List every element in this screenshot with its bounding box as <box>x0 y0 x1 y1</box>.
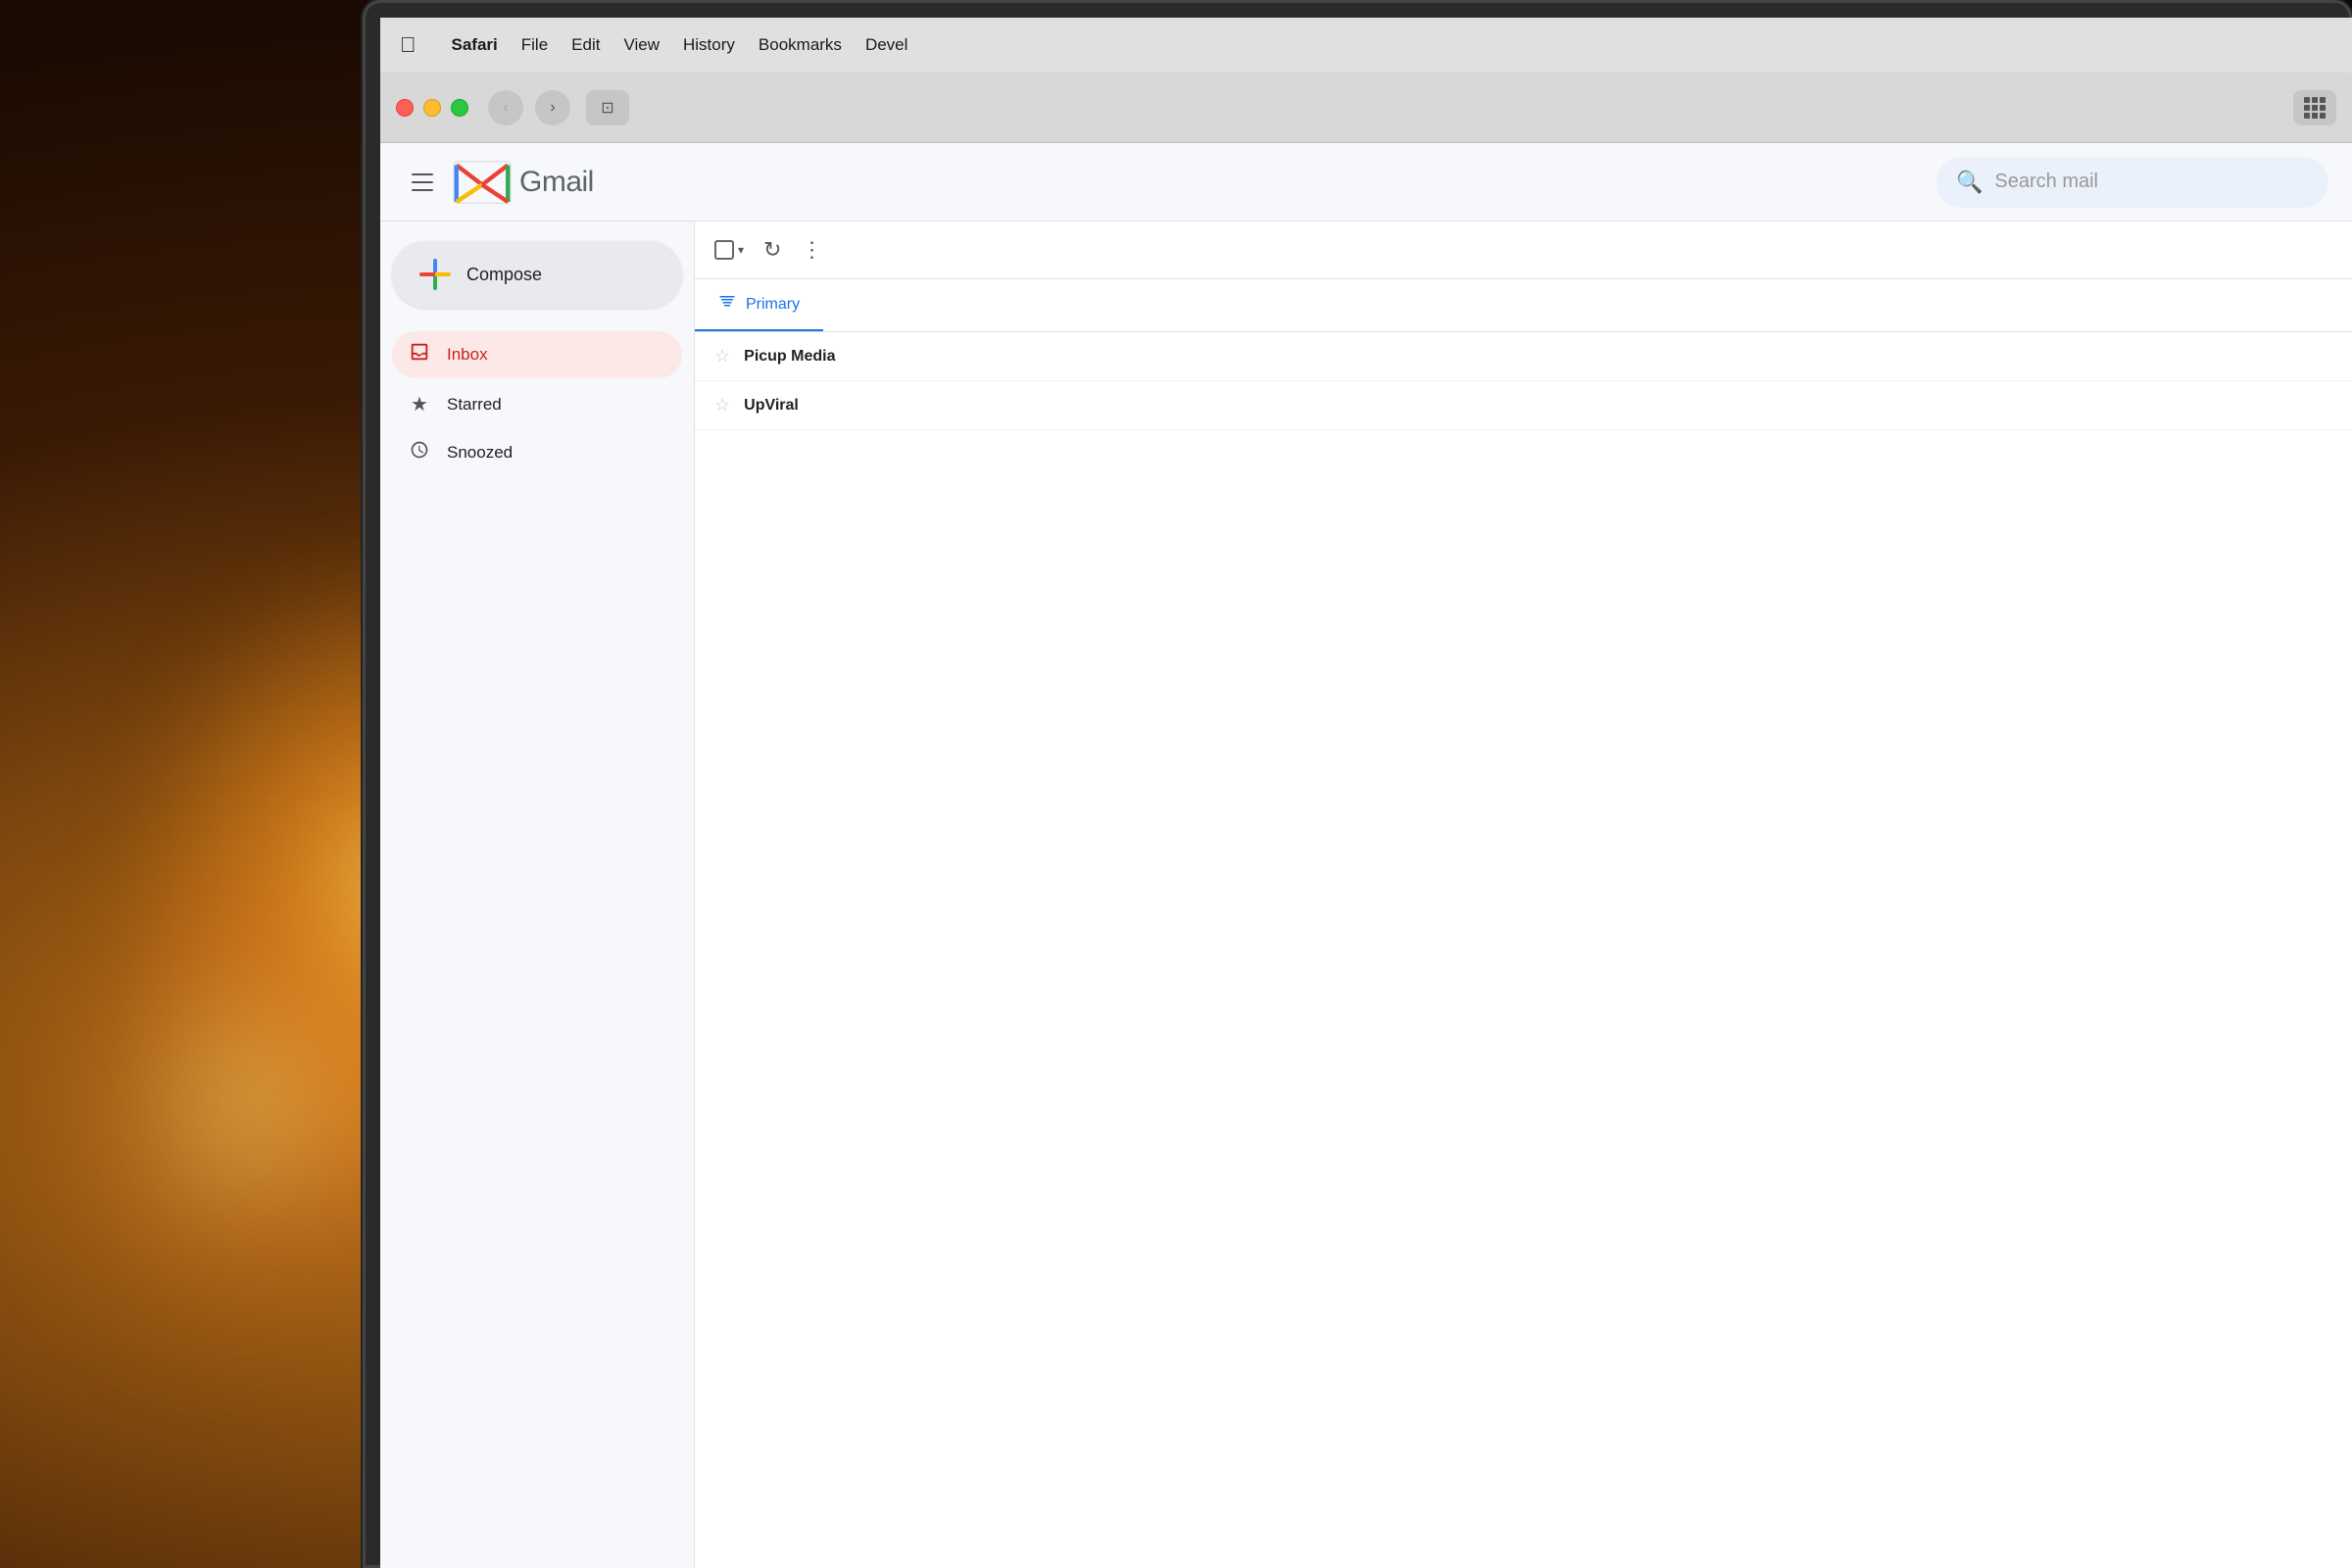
sidebar-toggle-button[interactable]: ⊡ <box>586 90 629 125</box>
forward-button[interactable]: › <box>535 90 570 125</box>
macos-menubar:  Safari File Edit View History Bookmark… <box>380 18 2352 73</box>
menubar-history[interactable]: History <box>671 35 747 55</box>
email-sender: UpViral <box>744 397 920 415</box>
tab-primary[interactable]: Primary <box>695 279 823 331</box>
gmail-wordmark: Gmail <box>519 166 594 199</box>
menubar-view[interactable]: View <box>612 35 671 55</box>
star-icon[interactable]: ☆ <box>714 346 730 367</box>
email-row[interactable]: ☆ UpViral <box>695 381 2352 430</box>
menubar-safari[interactable]: Safari <box>440 35 510 55</box>
checkbox-dropdown-arrow: ▾ <box>738 243 744 257</box>
sidebar-toggle-icon: ⊡ <box>601 98 613 118</box>
menubar-edit[interactable]: Edit <box>560 35 612 55</box>
sidebar-item-snoozed[interactable]: Snoozed <box>392 430 682 475</box>
hamburger-menu-button[interactable] <box>404 166 441 199</box>
sidebar-item-inbox[interactable]: Inbox <box>392 331 682 378</box>
sidebar-item-starred-label: Starred <box>447 395 502 415</box>
more-options-button[interactable]: ⋮ <box>801 237 823 263</box>
primary-tab-icon <box>718 293 736 316</box>
email-tabs: Primary <box>695 279 2352 332</box>
hamburger-line <box>412 173 433 175</box>
back-button[interactable]: ‹ <box>488 90 523 125</box>
sidebar-item-starred[interactable]: ★ Starred <box>392 382 682 426</box>
grid-icon <box>2304 97 2326 119</box>
menubar-bookmarks[interactable]: Bookmarks <box>747 35 854 55</box>
email-list-toolbar: ▾ ↻ ⋮ <box>695 221 2352 279</box>
browser-chrome: ‹ › ⊡ <box>380 73 2352 143</box>
refresh-button[interactable]: ↻ <box>763 237 781 263</box>
compose-plus-icon <box>419 259 451 290</box>
menubar-develop[interactable]: Devel <box>854 35 919 55</box>
search-icon: 🔍 <box>1956 170 1983 195</box>
checkbox-square <box>714 240 734 260</box>
gmail-main: Compose Inbox ★ Starred <box>380 221 2352 1568</box>
hamburger-line <box>412 189 433 191</box>
gmail-area: Gmail 🔍 Search mail Compose <box>380 143 2352 1568</box>
gmail-email-list: ▾ ↻ ⋮ Primary ☆ Picup Media <box>694 221 2352 1568</box>
fullscreen-button[interactable] <box>451 99 468 117</box>
search-bar[interactable]: 🔍 Search mail <box>1936 157 2328 208</box>
close-button[interactable] <box>396 99 414 117</box>
traffic-lights <box>396 99 468 117</box>
email-row[interactable]: ☆ Picup Media <box>695 332 2352 381</box>
select-all-checkbox[interactable]: ▾ <box>714 240 744 260</box>
star-icon: ★ <box>408 392 431 416</box>
forward-icon: › <box>550 99 555 117</box>
gmail-m-icon <box>453 158 512 207</box>
clock-icon <box>408 440 431 466</box>
email-sender: Picup Media <box>744 348 920 366</box>
inbox-icon <box>408 341 431 368</box>
compose-label: Compose <box>466 265 542 285</box>
gmail-logo: Gmail <box>453 158 594 207</box>
star-icon[interactable]: ☆ <box>714 395 730 416</box>
minimize-button[interactable] <box>423 99 441 117</box>
grid-menu-button[interactable] <box>2293 90 2336 125</box>
compose-button[interactable]: Compose <box>392 241 682 308</box>
sidebar-item-snoozed-label: Snoozed <box>447 443 513 463</box>
primary-tab-label: Primary <box>746 296 800 314</box>
gmail-sidebar: Compose Inbox ★ Starred <box>380 221 694 1568</box>
hamburger-line <box>412 181 433 183</box>
menubar-file[interactable]: File <box>510 35 560 55</box>
back-icon: ‹ <box>503 99 508 117</box>
search-placeholder: Search mail <box>1994 171 2098 193</box>
sidebar-item-inbox-label: Inbox <box>447 345 488 365</box>
apple-menu[interactable]:  <box>400 32 416 58</box>
gmail-header: Gmail 🔍 Search mail <box>380 143 2352 221</box>
